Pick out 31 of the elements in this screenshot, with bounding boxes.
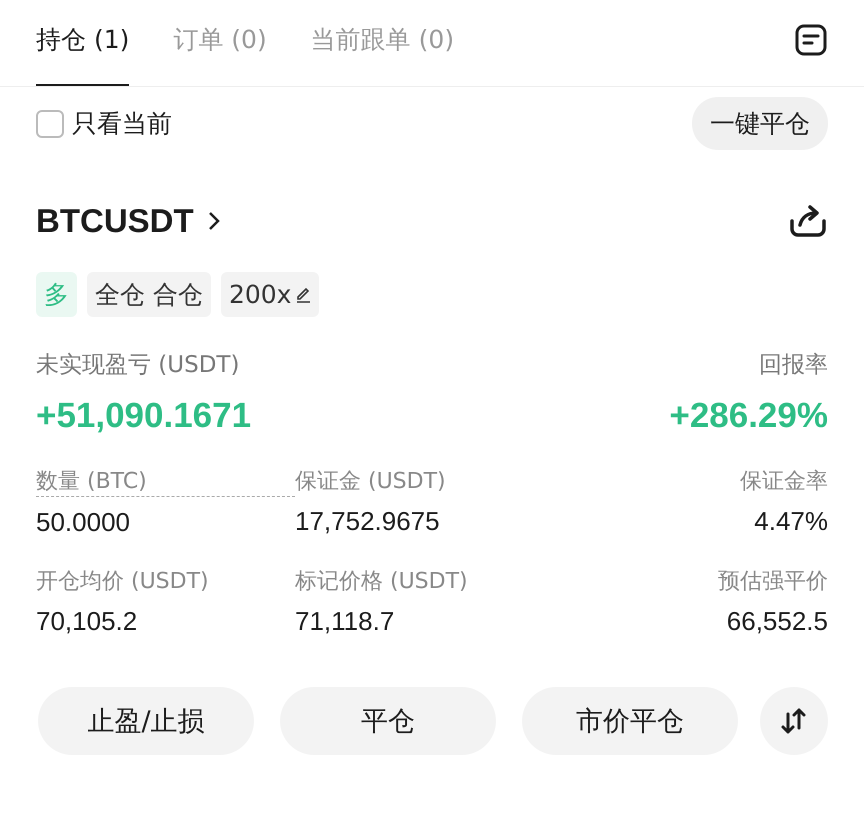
share-icon[interactable] <box>788 203 828 239</box>
metric-value: 71,118.7 <box>295 606 396 637</box>
side-tag: 多 <box>36 272 77 317</box>
tab[interactable]: 持仓 (1) <box>36 23 130 86</box>
metric-value: 70,105.2 <box>36 606 138 637</box>
metric-label: 保证金率 <box>740 468 828 496</box>
margin-tag: 全仓 合仓 <box>87 272 211 317</box>
metric-value: 17,752.9675 <box>295 506 441 537</box>
checkbox-label: 只看当前 <box>72 108 172 140</box>
symbol-title[interactable]: BTCUSDT <box>36 202 194 240</box>
metric-value: 66,552.5 <box>726 606 828 637</box>
pencil-icon[interactable] <box>295 286 312 304</box>
document-icon[interactable] <box>794 23 828 57</box>
metric-label: 保证金 (USDT) <box>295 468 447 496</box>
metric-label: 标记价格 (USDT) <box>295 568 469 596</box>
roe-value: +286.29% <box>669 396 828 436</box>
roe-label: 回报率 <box>759 351 828 380</box>
metric-value: 4.47% <box>754 506 828 537</box>
metric-label[interactable]: 数量 (BTC) <box>36 466 295 497</box>
close-all-button[interactable]: 一键平仓 <box>692 97 828 150</box>
checkbox[interactable] <box>36 110 64 138</box>
pnl-label: 未实现盈亏 (USDT) <box>36 351 240 380</box>
metric-label: 开仓均价 (USDT) <box>36 568 210 596</box>
metric-label: 预估强平价 <box>718 568 828 596</box>
leverage-tag[interactable]: 200x <box>220 272 320 317</box>
metric-value: 50.0000 <box>36 507 131 538</box>
action-button[interactable]: 止盈/止损 <box>38 687 254 755</box>
action-button[interactable]: 市价平仓 <box>522 687 738 755</box>
pnl-value: +51,090.1671 <box>36 396 252 436</box>
chevron-icon[interactable] <box>208 211 220 231</box>
action-button[interactable]: 平仓 <box>280 687 496 755</box>
